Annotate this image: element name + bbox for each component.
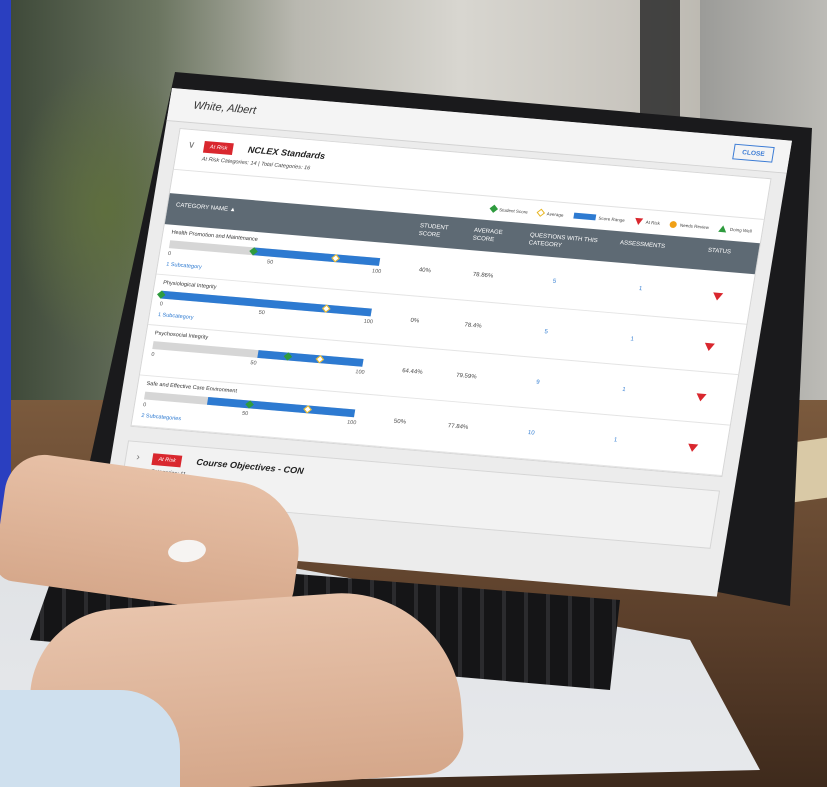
at-risk-status-icon: [703, 342, 715, 352]
legend-item: Score Range: [573, 212, 626, 223]
panel-title: NCLEX Standards: [247, 144, 326, 161]
subcategory-link[interactable]: 1 Subcategory: [157, 312, 193, 321]
average-score-value: 77.84%: [447, 423, 469, 431]
assessments-link[interactable]: 1: [613, 437, 617, 443]
student-score-value: 50%: [393, 418, 407, 426]
legend-label: Score Range: [598, 215, 626, 223]
yellow-diamond-icon: [536, 208, 546, 217]
score-range-bar: [160, 290, 372, 317]
blue-bar-icon: [573, 212, 597, 221]
score-range-bar: [257, 350, 364, 367]
green-diamond-icon: [489, 204, 498, 213]
student-name: White, Albert: [192, 99, 257, 117]
legend-item: Average: [536, 208, 564, 218]
at-risk-status-icon: [687, 443, 699, 453]
bar-tick-label: 0: [159, 301, 164, 308]
panel-title: Course Objectives - CON: [195, 457, 305, 476]
score-bar: [168, 240, 381, 266]
legend-item: Student Score: [489, 204, 529, 215]
average-score-value: 79.59%: [455, 372, 477, 381]
student-score-value: 40%: [418, 267, 432, 275]
at-risk-badge: At Risk: [151, 453, 183, 468]
score-range-bar: [206, 396, 356, 418]
category-name: Physiological Integrity: [162, 280, 217, 291]
bar-tick-label: 0: [142, 402, 147, 409]
bar-tick-label: 100: [354, 369, 365, 376]
column-status[interactable]: STATUS: [707, 247, 731, 257]
at-risk-status-icon: [695, 393, 707, 402]
column-questions[interactable]: QUESTIONS WITH THIS CATEGORY: [528, 232, 603, 254]
bar-tick-label: 50: [249, 360, 257, 367]
subcategory-link[interactable]: 2 Subcategories: [141, 413, 182, 422]
legend-item: Doing Well: [718, 224, 753, 235]
bar-tick-label: 100: [363, 318, 374, 326]
legend-item: At Risk: [634, 217, 660, 226]
score-bar: [152, 341, 364, 367]
chevron-right-icon[interactable]: ›: [136, 452, 141, 463]
bar-tick-label: 0: [167, 250, 172, 258]
photo-scene: White, Albert CLOSE ∨ At Risk NCLEX Stan…: [0, 0, 827, 787]
bar-tick-label: 100: [371, 268, 382, 275]
assessments-link[interactable]: 1: [622, 387, 626, 393]
chevron-down-icon[interactable]: ∨: [187, 140, 196, 151]
questions-link[interactable]: 9: [536, 380, 540, 386]
average-score-value: 78.4%: [463, 322, 482, 330]
orange-dot-icon: [669, 220, 678, 228]
bar-tick-label: 50: [266, 259, 274, 266]
assessments-link[interactable]: 1: [630, 337, 634, 343]
at-risk-badge: At Risk: [202, 140, 235, 156]
panel-subtitle: At Risk Categories: 14 | Total Categorie…: [201, 156, 311, 172]
at-risk-status-icon: [711, 292, 724, 301]
bar-tick-label: 50: [258, 309, 266, 317]
score-bar: [143, 391, 356, 418]
bar-tick-label: 100: [346, 419, 357, 427]
legend-label: Average: [546, 210, 564, 218]
average-score-value: 78.86%: [472, 271, 494, 280]
subcategory-link[interactable]: 1 Subcategory: [166, 262, 202, 271]
close-button[interactable]: CLOSE: [732, 143, 775, 163]
legend-label: At Risk: [645, 219, 661, 226]
student-score-value: 0%: [409, 317, 420, 325]
column-category[interactable]: CATEGORY NAME ▲: [175, 202, 236, 215]
legend-label: Student Score: [498, 206, 529, 215]
nclex-panel: ∨ At Risk NCLEX Standards At Risk Catego…: [130, 127, 772, 478]
legend-item: Needs Review: [669, 220, 710, 230]
questions-link[interactable]: 10: [527, 430, 535, 436]
shirt-sleeve: [0, 690, 180, 787]
bar-tick-label: 0: [150, 351, 155, 358]
column-student-score[interactable]: STUDENT SCORE: [418, 222, 461, 241]
score-bar: [156, 290, 372, 317]
legend-label: Doing Well: [729, 226, 753, 234]
red-triangle-icon: [634, 217, 644, 225]
column-average-score[interactable]: AVERAGE SCORE: [472, 227, 515, 246]
assessments-link[interactable]: 1: [638, 286, 642, 292]
category-name: Psychosocial Integrity: [154, 330, 209, 341]
green-triangle-icon: [718, 224, 728, 233]
questions-link[interactable]: 5: [544, 329, 548, 335]
student-score-value: 64.44%: [401, 368, 423, 376]
column-assessments[interactable]: ASSESSMENTS: [619, 239, 665, 251]
bar-tick-label: 50: [241, 410, 249, 418]
legend-label: Needs Review: [679, 222, 710, 230]
questions-link[interactable]: 5: [552, 279, 556, 285]
